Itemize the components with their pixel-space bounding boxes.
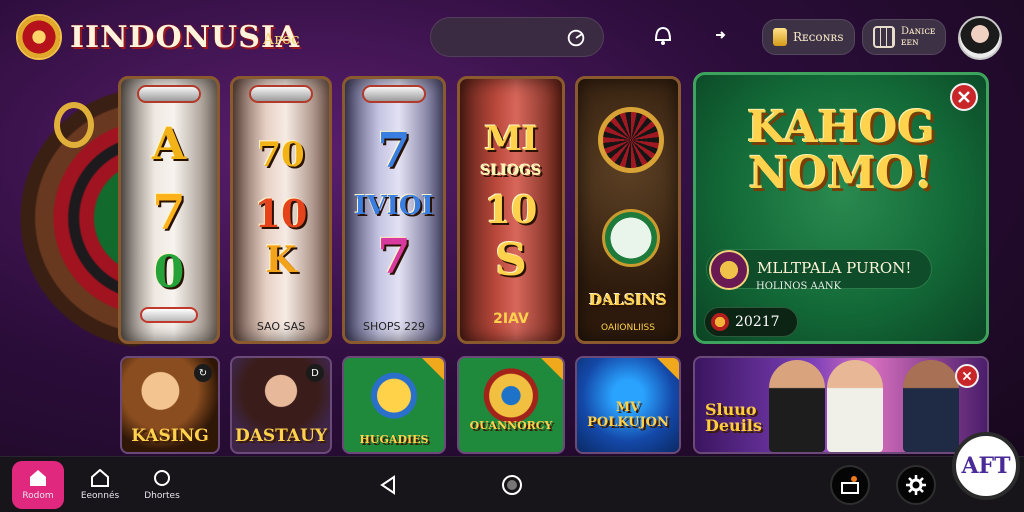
poker-chip-icon bbox=[140, 307, 198, 323]
promo-subtitle: HOLINOS AANK bbox=[756, 281, 842, 292]
reel-symbol-top: 70 bbox=[257, 135, 305, 175]
chip-icon bbox=[711, 313, 729, 331]
games-menu-button[interactable]: Dᴀɴɪᴄᴇ ᴇᴇɴ bbox=[862, 19, 947, 55]
medal-icon bbox=[709, 250, 749, 290]
coin-icon bbox=[773, 28, 787, 46]
reel-cap bbox=[362, 85, 426, 103]
user-avatar[interactable] bbox=[958, 16, 1002, 60]
live-dealers-label: Sluuo Deuils bbox=[705, 402, 762, 434]
hot-corner-badge bbox=[657, 358, 679, 380]
reel-symbol-bottom: 0 bbox=[153, 247, 185, 298]
refresh-icon: ↻ bbox=[194, 364, 212, 382]
nav-second-label: Eeonnés bbox=[80, 491, 120, 501]
promo-banner-title: MLLTPALA PURON! bbox=[757, 259, 912, 277]
game-tile-label: HUGADIES bbox=[359, 433, 429, 446]
promo-close-button[interactable] bbox=[950, 83, 978, 111]
slot-reel-4[interactable]: MI SLIOGS 10 S 2IAV bbox=[457, 76, 565, 344]
settings-button[interactable] bbox=[896, 465, 936, 505]
clock-icon bbox=[602, 209, 660, 267]
promo-title: KAHOG NOMO! bbox=[696, 105, 986, 197]
reel-symbol-mid: 7 bbox=[152, 185, 186, 241]
reel-symbol-sub: SLIOGS bbox=[480, 163, 542, 179]
promo-counter: 20217 bbox=[704, 307, 798, 337]
nav-home-label: Rodom bbox=[22, 491, 54, 501]
roulette-icon bbox=[598, 107, 664, 173]
home-circle-icon[interactable] bbox=[500, 473, 524, 497]
search-circle-icon bbox=[154, 470, 170, 486]
grid-icon bbox=[873, 26, 895, 48]
back-icon[interactable] bbox=[376, 473, 400, 497]
menu-label-line2: ᴇᴇɴ bbox=[901, 37, 919, 48]
game-tile-hugadies[interactable]: HUGADIES bbox=[342, 356, 446, 454]
reel-symbol-bottom: 7 bbox=[377, 229, 411, 285]
reel-cap bbox=[137, 85, 201, 103]
close-icon bbox=[962, 371, 972, 381]
game-tile-label: KASING bbox=[131, 426, 209, 446]
search-bar[interactable] bbox=[430, 17, 604, 57]
tile-badge: D bbox=[306, 364, 324, 382]
reel-symbol-mid: IVIOI bbox=[354, 191, 434, 221]
dealer-avatar bbox=[903, 360, 959, 452]
rewards-button[interactable]: Rᴇᴄᴏɴʀs bbox=[762, 19, 855, 55]
live-dealers-tile[interactable]: Sluuo Deuils bbox=[693, 356, 989, 454]
reel-symbol-mid: 10 bbox=[254, 191, 308, 236]
share-icon[interactable] bbox=[710, 22, 736, 48]
gift-icon bbox=[841, 476, 859, 494]
slot-reel-5[interactable]: DALSINS OAIIONLIISS bbox=[575, 76, 681, 344]
dealer-avatar bbox=[769, 360, 825, 452]
bottom-navigation: Rodom Eeonnés Dhortes bbox=[0, 456, 1024, 512]
reel-symbol-bottom: K bbox=[265, 239, 297, 281]
house-icon bbox=[91, 469, 109, 487]
menu-label-line1: Dᴀɴɪᴄᴇ bbox=[901, 26, 936, 37]
rewards-label: Rᴇᴄᴏɴʀs bbox=[793, 30, 844, 44]
hot-corner-badge bbox=[541, 358, 563, 380]
search-icon[interactable] bbox=[565, 27, 587, 49]
promo-title-line2: NOMO! bbox=[748, 148, 934, 199]
game-tile-kasing[interactable]: ↻ KASING bbox=[120, 356, 220, 454]
home-icon bbox=[30, 470, 46, 486]
nav-third[interactable]: Dhortes bbox=[136, 461, 188, 509]
top-bar: IINDONUSIA Aᴘᴏᴄ Rᴇᴄᴏɴʀs Dᴀɴɪᴄᴇ ᴇᴇɴ bbox=[0, 0, 1024, 72]
reel-caption: DALSINS bbox=[589, 291, 667, 309]
game-tile-label: DASTAUY bbox=[234, 426, 328, 446]
reel-symbol-top: MI bbox=[484, 119, 538, 159]
promo-title-line1: KAHOG bbox=[746, 102, 936, 153]
reel-symbol-mid: 10 bbox=[484, 187, 538, 232]
reel-cap bbox=[249, 85, 313, 103]
nav-third-label: Dhortes bbox=[144, 491, 180, 501]
hot-corner-badge bbox=[422, 358, 444, 380]
tile-close-button[interactable] bbox=[955, 364, 979, 388]
gear-icon bbox=[906, 475, 926, 495]
reel-footer: OAIIONLIISS bbox=[601, 323, 655, 333]
reel-footer: SAO SAS bbox=[256, 320, 306, 333]
close-icon bbox=[958, 91, 970, 103]
brand-subtitle: Aᴘᴏᴄ bbox=[263, 30, 300, 48]
reel-footer: 2IAV bbox=[493, 311, 529, 327]
slot-reel-2[interactable]: 70 10 K SAO SAS bbox=[230, 76, 332, 344]
casino-logo-emblem bbox=[16, 14, 62, 60]
nav-home[interactable]: Rodom bbox=[12, 461, 64, 509]
game-tile-mv-polkujon[interactable]: MV POLKUJON bbox=[575, 356, 681, 454]
promo-panel[interactable]: KAHOG NOMO! MLLTPALA PURON! HOLINOS AANK… bbox=[693, 72, 989, 344]
search-input[interactable] bbox=[445, 28, 565, 48]
gold-handle-decoration bbox=[54, 102, 94, 148]
game-tile-dastauy[interactable]: D DASTAUY bbox=[230, 356, 332, 454]
reel-symbol-bottom: S bbox=[495, 235, 527, 286]
nav-second[interactable]: Eeonnés bbox=[74, 461, 126, 509]
notification-icon[interactable] bbox=[650, 22, 676, 48]
reel-footer: SHOPS 229 bbox=[362, 320, 426, 333]
reel-symbol-top: A bbox=[151, 119, 187, 170]
reel-symbol-top: 7 bbox=[377, 123, 411, 179]
game-tile-label: OUANNORCY bbox=[469, 419, 553, 432]
slot-reel-1[interactable]: A 7 0 bbox=[118, 76, 220, 344]
game-tile-ouannorcy[interactable]: OUANNORCY bbox=[457, 356, 565, 454]
live-dealers-line2: Deuils bbox=[705, 416, 762, 435]
slot-reel-3[interactable]: 7 IVIOI 7 SHOPS 229 bbox=[342, 76, 446, 344]
game-tile-label: MV POLKUJON bbox=[587, 400, 669, 430]
promo-count-value: 20217 bbox=[735, 314, 780, 330]
aft-badge-button[interactable]: AFT bbox=[952, 432, 1020, 500]
promotions-button[interactable] bbox=[830, 465, 870, 505]
dealer-avatar bbox=[827, 360, 883, 452]
